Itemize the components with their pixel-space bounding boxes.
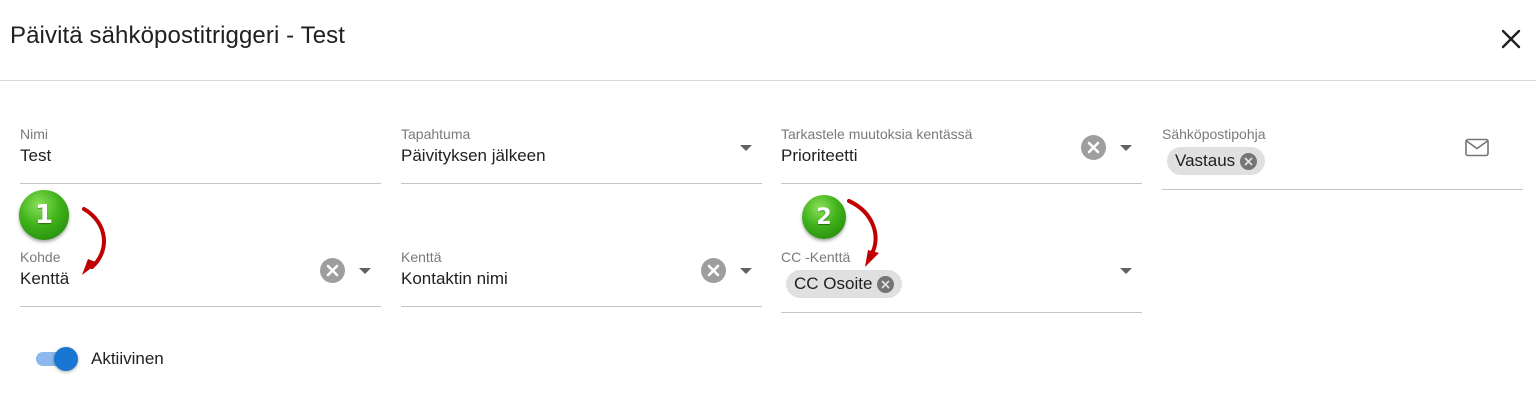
event-select[interactable]: Tapahtuma Päivityksen jälkeen	[401, 126, 762, 184]
chevron-down-icon[interactable]	[739, 266, 753, 276]
clear-icon[interactable]	[1081, 135, 1106, 160]
watch-field-value: Prioriteetti	[781, 146, 858, 165]
clear-icon[interactable]	[701, 258, 726, 283]
field-label: Kenttä	[401, 249, 442, 265]
watch-field-select[interactable]: Tarkastele muutoksia kentässä Prioriteet…	[781, 126, 1142, 184]
target-label: Kohde	[20, 249, 61, 265]
target-underline	[20, 306, 381, 307]
name-field[interactable]: Nimi Test	[20, 126, 381, 184]
event-underline	[401, 183, 762, 184]
cc-field-select[interactable]: CC -Kenttä CC Osoite	[781, 249, 1142, 313]
watch-field-underline	[781, 183, 1142, 184]
cc-field-chip-label: CC Osoite	[794, 274, 873, 293]
remove-chip-icon[interactable]	[877, 275, 895, 293]
dialog-title: Päivitä sähköpostitriggeri - Test	[10, 22, 346, 49]
chevron-down-icon[interactable]	[1119, 266, 1133, 276]
cc-field-underline	[781, 312, 1142, 313]
annotation-arrow-1	[82, 207, 106, 275]
chevron-down-icon[interactable]	[358, 266, 372, 276]
annotation-badge-1: 1	[19, 190, 69, 240]
name-value: Test	[20, 146, 52, 165]
active-toggle-label: Aktiivinen	[91, 349, 164, 368]
remove-chip-icon[interactable]	[1240, 152, 1258, 170]
clear-icon[interactable]	[320, 258, 345, 283]
annotation-arrow-2	[847, 199, 879, 267]
field-select[interactable]: Kenttä Kontaktin nimi	[401, 249, 762, 307]
event-label: Tapahtuma	[401, 126, 471, 142]
field-value: Kontaktin nimi	[401, 269, 508, 288]
name-label: Nimi	[20, 126, 48, 142]
mail-icon[interactable]	[1465, 138, 1491, 158]
name-underline	[20, 183, 381, 184]
toggle-thumb	[54, 347, 78, 371]
chevron-down-icon[interactable]	[739, 143, 753, 153]
email-template-chip-label: Vastaus	[1175, 151, 1236, 170]
field-underline	[401, 306, 762, 307]
active-toggle[interactable]	[34, 346, 80, 372]
chevron-down-icon[interactable]	[1119, 143, 1133, 153]
cc-field-label: CC -Kenttä	[781, 249, 851, 265]
target-value: Kenttä	[20, 269, 70, 288]
email-template-underline	[1162, 189, 1523, 190]
annotation-badge-2: 2	[802, 195, 846, 239]
dialog-header: Päivitä sähköpostitriggeri - Test	[0, 0, 1536, 81]
email-template-chip: Vastaus	[1167, 147, 1266, 175]
target-select[interactable]: Kohde Kenttä	[20, 249, 381, 307]
close-icon[interactable]	[1496, 24, 1526, 54]
event-value: Päivityksen jälkeen	[401, 146, 546, 165]
email-template-select[interactable]: Sähköpostipohja Vastaus	[1162, 126, 1523, 190]
watch-field-label: Tarkastele muutoksia kentässä	[781, 126, 973, 142]
email-template-label: Sähköpostipohja	[1162, 126, 1266, 142]
